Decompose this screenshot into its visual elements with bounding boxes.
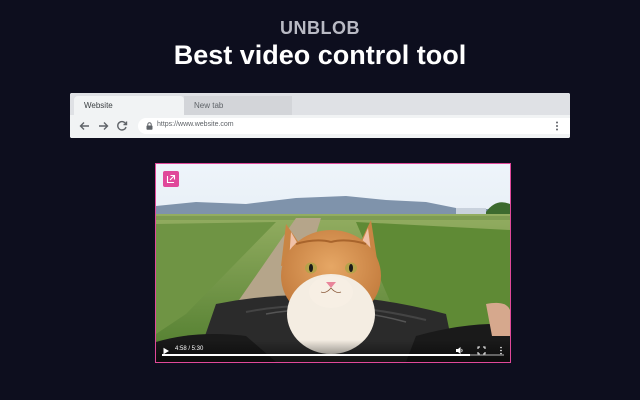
browser-window: Website New tab https://www.website.com — [70, 93, 570, 138]
video-controls: 4:58 / 5:30 — [156, 340, 510, 362]
tab-strip: Website New tab — [70, 93, 570, 115]
progress-fill — [162, 354, 470, 356]
address-bar[interactable]: https://www.website.com — [138, 118, 570, 134]
headline: Best video control tool — [173, 40, 467, 70]
pip-button[interactable] — [163, 171, 179, 187]
kebab-menu-icon[interactable] — [554, 119, 560, 133]
video-time: 4:58 / 5:30 — [175, 346, 204, 352]
brand-title: UNBLOB — [280, 18, 360, 38]
reload-icon[interactable] — [115, 119, 129, 133]
tab-new-tab[interactable]: New tab — [184, 96, 292, 115]
progress-bar[interactable] — [162, 354, 504, 356]
arrow-left-icon[interactable] — [78, 119, 92, 133]
video-frame-image — [156, 164, 510, 362]
url-text: https://www.website.com — [157, 121, 234, 128]
video-player[interactable]: 4:58 / 5:30 — [155, 163, 511, 363]
tab-website[interactable]: Website — [74, 96, 184, 115]
lock-icon — [146, 122, 153, 130]
browser-toolbar: https://www.website.com — [70, 115, 570, 138]
external-open-icon — [166, 174, 176, 184]
arrow-right-icon[interactable] — [96, 119, 110, 133]
